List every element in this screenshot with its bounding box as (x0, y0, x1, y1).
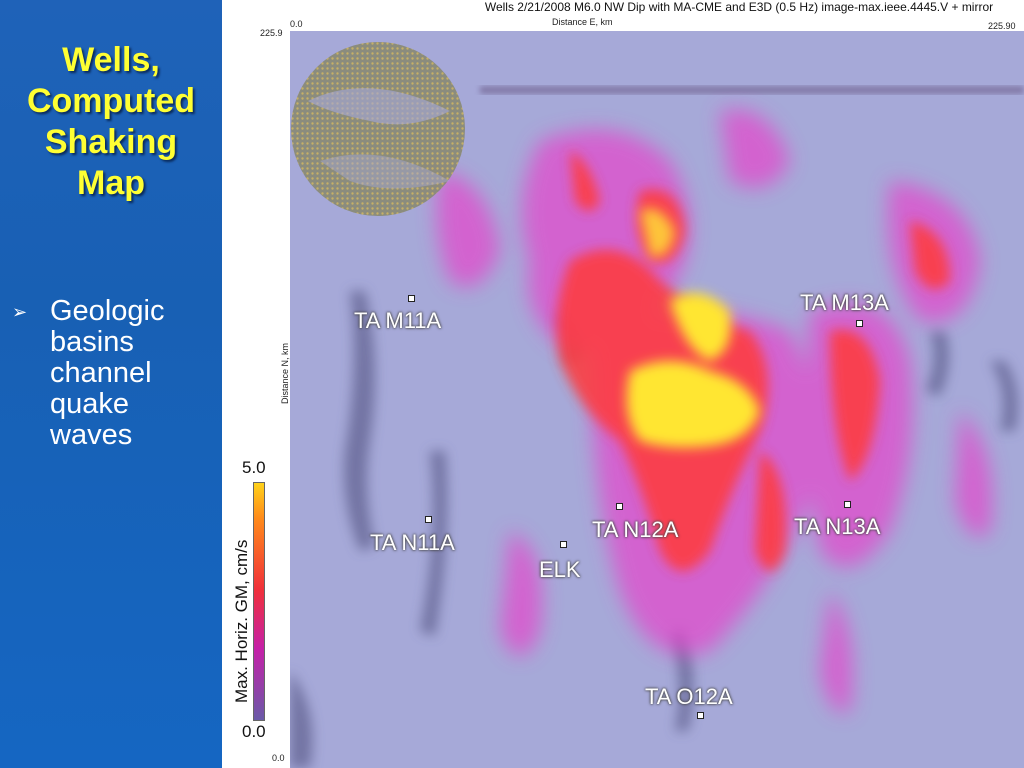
slide-title: Wells, Computed Shaking Map (26, 41, 196, 202)
station-label-n11a: TA N11A (370, 530, 455, 555)
colorbar (253, 482, 265, 721)
station-label-o12a: TA O12A (645, 684, 733, 709)
figure-title: Wells 2/21/2008 M6.0 NW Dip with MA-CME … (484, 0, 994, 14)
colorbar-title: Max. Horiz. GM, cm/s (232, 539, 251, 703)
station-marker-elk (560, 541, 567, 548)
arrow-bullet-icon: ➢ (12, 302, 28, 322)
shaking-map-figure: Wells 2/21/2008 M6.0 NW Dip with MA-CME … (222, 0, 1024, 768)
colorbar-max: 5.0 (242, 458, 266, 477)
y-tick-top: 225.9 (260, 28, 283, 38)
beachball-inset (291, 42, 465, 216)
station-marker-n13a (844, 501, 851, 508)
station-label-m11a: TA M11A (354, 308, 442, 333)
station-marker-m13a (856, 320, 863, 327)
x-tick-left: 0.0 (290, 19, 303, 29)
station-label-elk: ELK (539, 557, 581, 582)
bullet-text: Geologic basins channel quake waves (50, 295, 165, 451)
colorbar-min: 0.0 (242, 722, 266, 741)
station-label-n12a: TA N12A (592, 517, 679, 542)
station-marker-n11a (425, 516, 432, 523)
station-label-m13a: TA M13A (800, 290, 889, 315)
y-axis-label: Distance N, km (280, 342, 290, 404)
station-marker-n12a (616, 503, 623, 510)
shaking-map-svg (290, 31, 1024, 768)
shaking-map-image (290, 31, 1024, 768)
y-tick-bottom: 0.0 (272, 753, 285, 763)
slide-panel: Wells, Computed Shaking Map ➢ Geologic b… (0, 0, 222, 768)
station-marker-m11a (408, 295, 415, 302)
x-axis-label: Distance E, km (552, 17, 613, 27)
station-label-n13a: TA N13A (794, 514, 881, 539)
x-tick-right: 225.90 (988, 21, 1016, 31)
station-marker-o12a (697, 712, 704, 719)
